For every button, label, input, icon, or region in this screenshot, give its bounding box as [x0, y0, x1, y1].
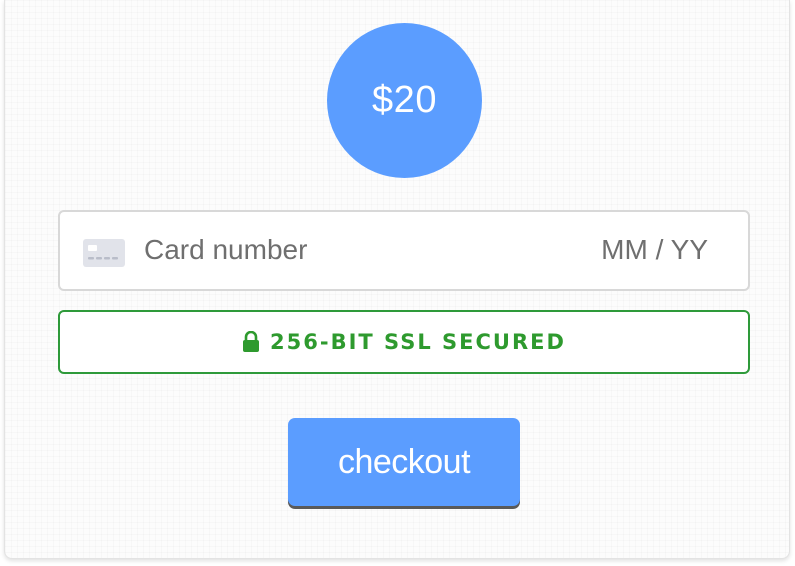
ssl-notice-text: 256-BIT SSL SECURED: [270, 330, 566, 354]
ssl-security-notice: 256-BIT SSL SECURED: [58, 310, 750, 374]
lock-icon: [243, 331, 260, 352]
expiry-date-placeholder[interactable]: MM / YY: [601, 234, 708, 266]
credit-card-icon: [83, 239, 125, 267]
checkout-button[interactable]: checkout: [288, 418, 520, 506]
card-number-field[interactable]: Card number MM / YY: [58, 210, 750, 291]
ssl-notice-content: 256-BIT SSL SECURED: [242, 330, 566, 354]
price-badge: $20: [327, 23, 482, 178]
price-amount: $20: [372, 79, 437, 121]
checkout-card: $20 Card number MM / YY 256-BIT SSL SECU…: [4, 0, 790, 559]
card-number-placeholder[interactable]: Card number: [144, 234, 307, 266]
